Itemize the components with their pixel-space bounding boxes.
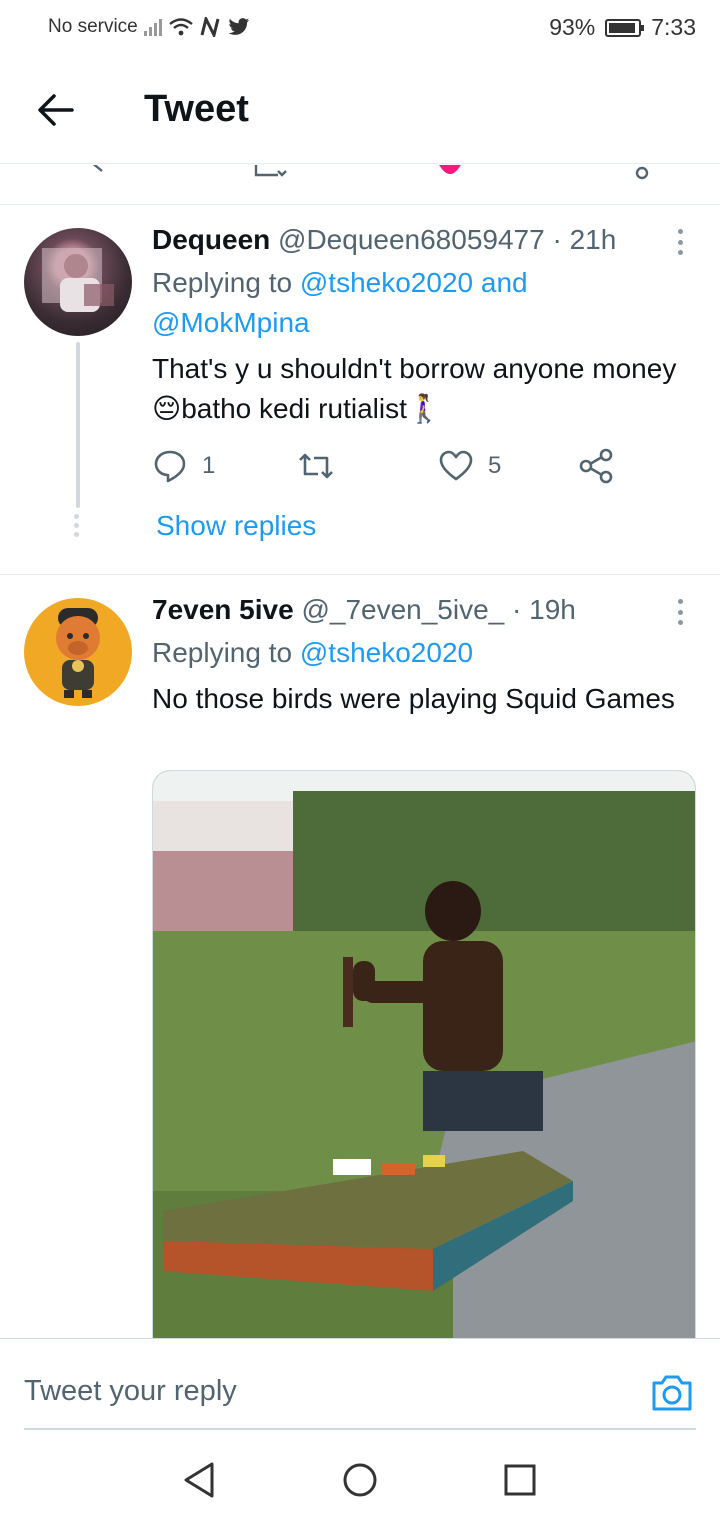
status-left: No service xyxy=(48,16,250,38)
more-options-button[interactable] xyxy=(672,226,688,258)
carrier-text: No service xyxy=(48,16,138,37)
retweet-icon xyxy=(254,165,287,177)
back-button[interactable] xyxy=(32,86,80,134)
clock: 7:33 xyxy=(651,14,696,40)
mention-link[interactable]: @tsheko2020 xyxy=(300,267,473,298)
divider xyxy=(0,574,720,575)
like-count: 5 xyxy=(488,452,502,479)
tweet-text: No those birds were playing Squid Games xyxy=(152,683,675,714)
retweet-icon xyxy=(299,453,333,479)
reply-count: 1 xyxy=(202,452,216,479)
avatar[interactable] xyxy=(24,598,132,706)
mention-joiner[interactable]: and xyxy=(481,267,528,298)
signal-icon xyxy=(143,18,162,36)
parent-tweet-actions-partial xyxy=(0,165,720,205)
more-options-button[interactable] xyxy=(672,596,688,628)
share-icon xyxy=(579,448,613,484)
tweet-header: 7even 5ive @_7even_5ive_ · 19h xyxy=(152,594,576,626)
share-icon xyxy=(635,166,649,180)
reply-underline xyxy=(24,1428,696,1430)
battery-percent: 93% xyxy=(549,14,596,40)
nav-recents-icon[interactable] xyxy=(500,1460,540,1500)
mention-link[interactable]: @MokMpina xyxy=(152,307,310,338)
like-button[interactable]: 5 xyxy=(438,448,501,484)
avatar-photo xyxy=(42,248,114,312)
camera-button[interactable] xyxy=(650,1371,694,1413)
display-name[interactable]: Dequeen xyxy=(152,224,270,255)
battery-icon xyxy=(605,18,645,37)
nfc-icon xyxy=(200,17,220,37)
header: Tweet xyxy=(0,60,720,164)
system-nav-bar xyxy=(0,1432,720,1520)
like-icon xyxy=(439,450,473,481)
reply-icon xyxy=(154,450,186,483)
retweet-button[interactable] xyxy=(296,448,336,484)
display-name[interactable]: 7even 5ive xyxy=(152,594,294,625)
tweet-header: Dequeen @Dequeen68059477 · 21h xyxy=(152,224,616,256)
avatar-illustration xyxy=(56,608,100,698)
photo-illustration xyxy=(153,771,695,1338)
reply-icon xyxy=(92,165,103,172)
reply-input[interactable]: Tweet your reply xyxy=(24,1375,237,1408)
twitter-notification-icon xyxy=(228,18,249,35)
replying-prefix: Replying to xyxy=(152,637,293,668)
show-replies-link[interactable]: Show replies xyxy=(156,510,316,542)
thread-dots xyxy=(74,514,80,541)
share-button[interactable] xyxy=(578,448,614,484)
camera-icon xyxy=(652,1375,692,1411)
replying-to: Replying to @tsheko2020 xyxy=(152,633,672,673)
reply-button[interactable]: 1 xyxy=(152,448,215,484)
avatar[interactable] xyxy=(24,228,132,336)
like-icon xyxy=(439,165,461,174)
page-title: Tweet xyxy=(144,88,249,130)
nav-home-icon[interactable] xyxy=(340,1460,380,1500)
status-right: 93% 7:33 xyxy=(549,14,696,41)
reply-bar: Tweet your reply xyxy=(0,1338,720,1430)
handle-time: @Dequeen68059477 · 21h xyxy=(278,224,617,255)
replying-prefix: Replying to xyxy=(152,267,293,298)
wifi-icon xyxy=(168,18,193,36)
handle-time: @_7even_5ive_ · 19h xyxy=(301,594,576,625)
nav-back-icon[interactable] xyxy=(180,1460,220,1500)
mention-link[interactable]: @tsheko2020 xyxy=(300,637,473,668)
tweet-actions: 1 5 xyxy=(152,448,652,488)
status-bar: No service 93% 7:33 xyxy=(0,0,720,56)
tweet-text: That's y u shouldn't borrow anyone money… xyxy=(152,353,677,424)
tweet-photo[interactable] xyxy=(152,770,696,1338)
replying-to: Replying to @tsheko2020 and @MokMpina xyxy=(152,263,672,343)
back-arrow-icon xyxy=(38,94,74,126)
thread-line xyxy=(76,342,80,508)
